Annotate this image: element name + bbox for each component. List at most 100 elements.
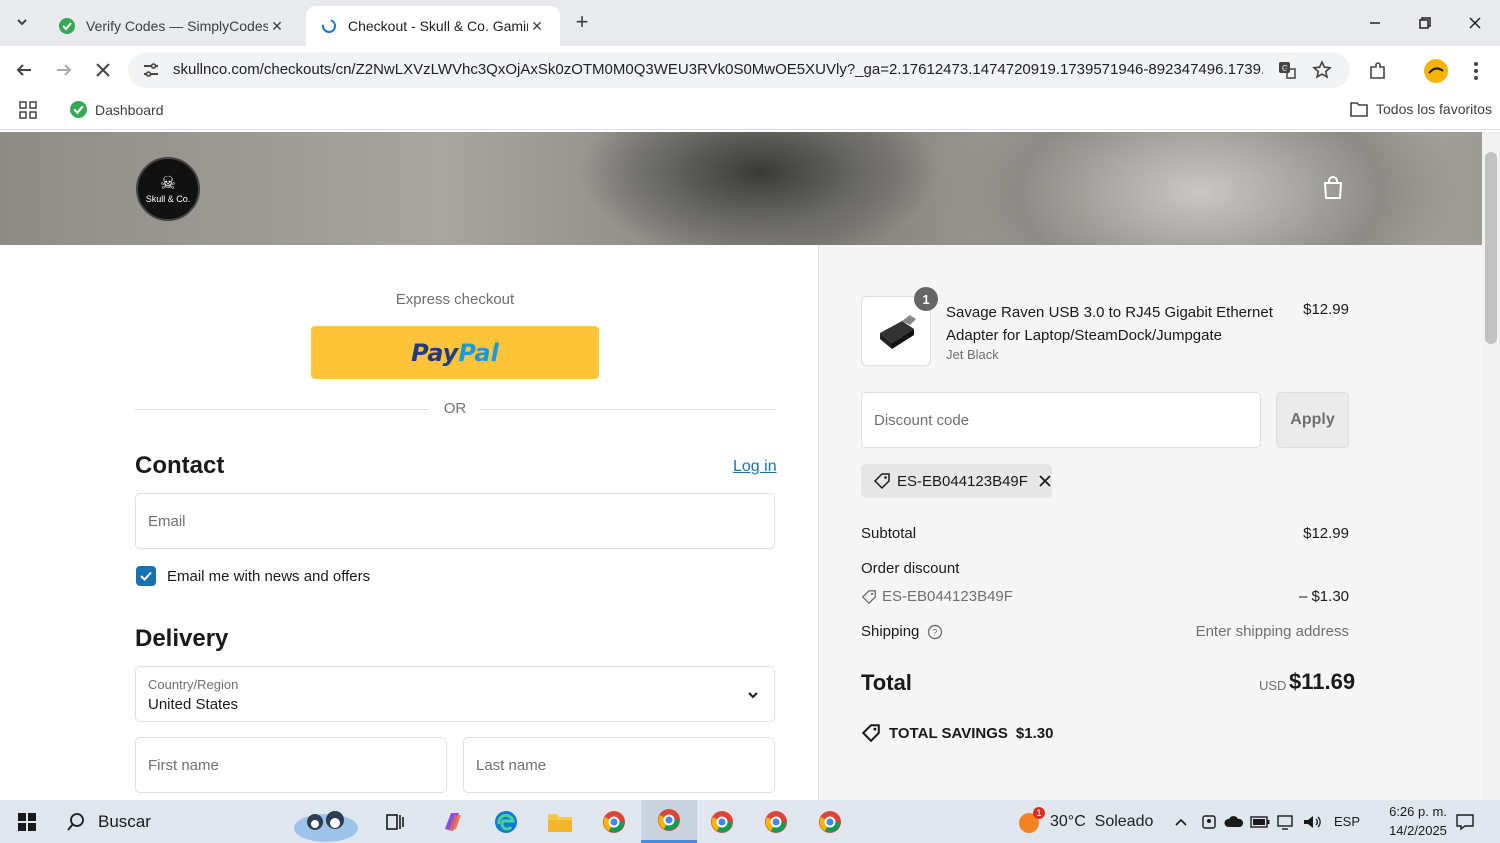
tag-icon [873,473,890,490]
battery-icon[interactable] [1248,800,1272,843]
tab-search-chevron-icon[interactable] [10,10,34,34]
bookmark-dashboard[interactable]: Dashboard [70,101,164,118]
url-text: skullnco.com/checkouts/cn/Z2NwLXVzLWVhc3… [173,61,1263,78]
volume-icon[interactable] [1300,800,1324,843]
tag-icon [861,724,880,743]
product-variant: Jet Black [946,347,999,362]
product-name: Savage Raven USB 3.0 to RJ45 Gigabit Eth… [946,304,1273,344]
show-hidden-icons-chevron-icon[interactable] [1170,800,1192,843]
tab-close-icon[interactable]: ✕ [528,17,546,35]
total-currency: USD [1259,678,1287,693]
order-summary: 1 Savage Raven USB 3.0 to RJ45 Gigabit E… [818,245,1482,800]
newsletter-checkbox[interactable] [136,566,156,586]
minimize-icon[interactable] [1350,0,1400,46]
express-checkout-title: Express checkout [395,291,515,308]
chrome-profile-2-icon[interactable] [641,800,697,843]
profile-avatar-icon[interactable] [1423,58,1449,84]
discount-code-input[interactable]: Discount code [861,392,1261,448]
store-logo[interactable]: ☠ Skull & Co. [136,157,200,221]
remove-discount-icon[interactable] [1038,474,1052,488]
search-highlight-image[interactable] [290,800,362,843]
translate-icon[interactable]: G [1276,59,1298,81]
country-select[interactable]: Country/Region United States [135,666,775,722]
first-name-field[interactable]: First name [135,737,447,793]
chrome-profile-4-icon[interactable] [754,800,798,843]
tab-close-icon[interactable]: ✕ [268,17,286,35]
weather-text: 30°C Soleado [1050,812,1154,830]
order-discount-row: Order discount [861,560,1349,577]
quantity-badge: 1 [914,287,938,311]
loading-favicon-icon [320,17,338,35]
search-icon [67,812,84,831]
shipping-label: Shipping [861,623,920,640]
login-link[interactable]: Log in [733,458,777,476]
onedrive-cloud-icon[interactable] [1222,800,1246,843]
stop-loading-x-icon[interactable] [89,56,117,84]
order-discount-value: – $1.30 [1298,588,1349,605]
chrome-profile-3-icon[interactable] [700,800,744,843]
close-window-icon[interactable] [1450,0,1500,46]
weather-badge: 1 [1033,806,1045,819]
extensions-puzzle-icon[interactable] [1365,58,1391,84]
chrome-profile-5-icon[interactable] [808,800,852,843]
tab-verify-codes[interactable]: Verify Codes — SimplyCodes ✕ [44,6,300,46]
edge-icon[interactable] [484,800,528,843]
shopping-bag-icon[interactable] [1322,176,1346,202]
savings-value: $1.30 [1015,724,1054,742]
country-label: Country/Region [148,677,239,692]
shipping-row: Shipping ? Enter shipping address [861,623,1349,640]
product-price: $12.99 [1303,301,1349,318]
new-tab-plus-icon[interactable]: + [570,9,594,34]
forward-arrow-icon[interactable] [50,56,78,84]
back-arrow-icon[interactable] [10,56,38,84]
total-savings-row: TOTAL SAVINGS $1.30 [861,723,1053,743]
last-name-field[interactable]: Last name [463,737,775,793]
browser-toolbar: skullnco.com/checkouts/cn/Z2NwLXVzLWVhc3… [0,46,1500,94]
svg-text:?: ? [933,627,938,637]
newsletter-label: Email me with news and offers [167,568,371,585]
email-field[interactable]: Email [135,493,775,549]
restore-icon[interactable] [1400,0,1450,46]
checkout-form: Express checkout Pay Pal OR Contact Log i… [0,245,818,800]
subtotal-row: Subtotal $12.99 [861,525,1349,542]
tab-title: Checkout - Skull & Co. Gaming [348,18,528,34]
page-viewport: ☠ Skull & Co. Express checkout Pay Pal OR… [0,132,1482,800]
checkmark-icon [140,571,152,581]
bookmark-star-icon[interactable] [1311,59,1333,81]
menu-kebab-icon[interactable] [1463,58,1489,84]
site-settings-icon[interactable] [142,61,160,79]
meet-now-icon[interactable] [1198,800,1220,843]
address-bar[interactable]: skullnco.com/checkouts/cn/Z2NwLXVzLWVhc3… [128,52,1350,88]
file-explorer-icon[interactable] [538,800,582,843]
language-indicator[interactable]: ESP [1334,814,1360,829]
contact-heading: Contact [135,452,225,479]
email-placeholder: Email [148,513,186,530]
page-scrollbar[interactable] [1482,132,1500,800]
applied-discount-chip: ES-EB044123B49F [861,464,1052,498]
shipping-value: Enter shipping address [1195,623,1349,640]
help-question-icon[interactable]: ? [927,624,943,640]
scrollbar-thumb[interactable] [1485,152,1497,344]
network-icon[interactable] [1274,800,1298,843]
apply-discount-button[interactable]: Apply [1276,392,1349,448]
bookmark-label: Dashboard [95,101,164,118]
apps-grid-icon[interactable] [19,101,37,119]
subtotal-value: $12.99 [1303,525,1349,542]
task-view-icon[interactable] [375,800,415,843]
header-banner: ☠ Skull & Co. [0,132,1482,245]
weather-widget[interactable]: 1 30°C Soleado [1016,800,1156,843]
chrome-profile-1-icon[interactable] [592,800,636,843]
applied-code: ES-EB044123B49F [897,472,1028,490]
logo-text: Skull & Co. [145,194,191,204]
paypal-label-pal: Pal [458,338,499,367]
all-favorites-folder[interactable]: Todos los favoritos [1350,101,1492,117]
tag-icon [861,589,876,604]
all-favorites-label: Todos los favoritos [1376,101,1492,117]
windows-taskbar: Buscar 1 30°C Soleado ESP 6:26 p. m. 14/… [0,800,1500,843]
notifications-icon[interactable] [1450,800,1480,843]
windows-start-icon[interactable] [0,800,54,843]
paypal-button[interactable]: Pay Pal [311,326,599,379]
tab-checkout[interactable]: Checkout - Skull & Co. Gaming ✕ [306,6,560,46]
or-text: OR [443,400,467,417]
copilot-icon[interactable] [430,800,474,843]
